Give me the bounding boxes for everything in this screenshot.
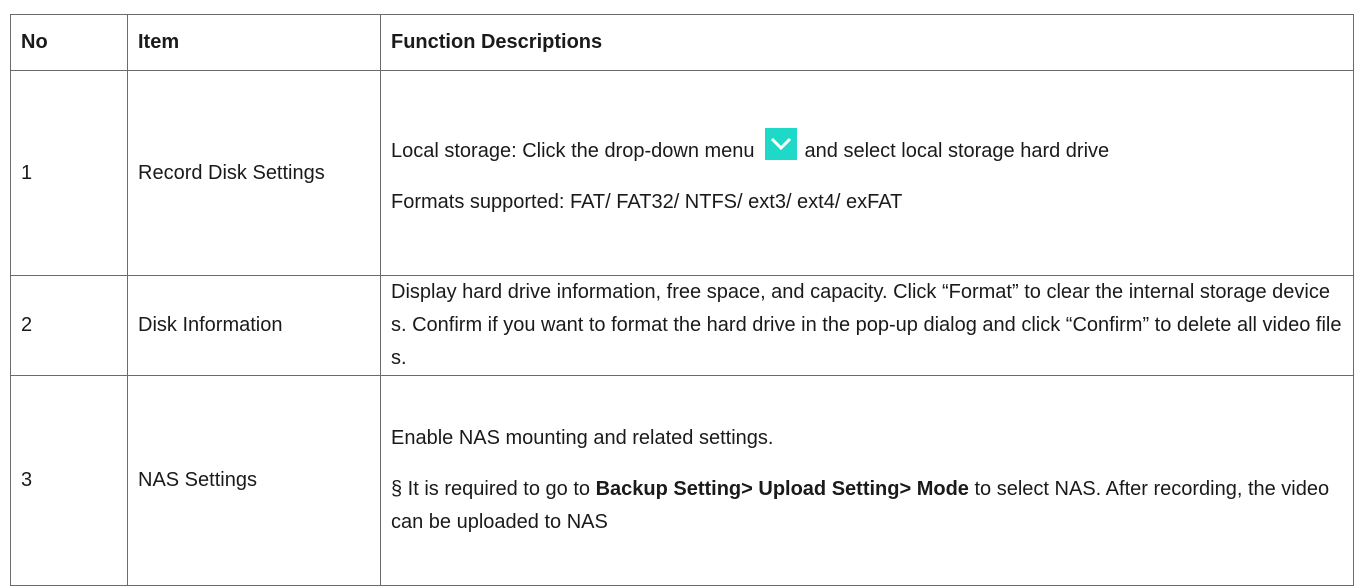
description-paragraph: Display hard drive information, free spa…: [391, 281, 1342, 369]
description-text: and select local storage hard drive: [804, 139, 1110, 162]
table-row: 3 NAS Settings Enable NAS mounting and r…: [10, 375, 1354, 586]
chevron-down-icon: [764, 127, 797, 160]
description-text: § It is required to go to: [391, 478, 596, 500]
description-text: Local storage: Click the drop-down menu: [391, 139, 755, 162]
row-description: Display hard drive information, free spa…: [380, 275, 1354, 376]
table-row: 2 Disk Information Display hard drive in…: [10, 275, 1354, 376]
description-paragraph: Local storage: Click the drop-down menu a…: [391, 127, 1343, 168]
header-no: No: [10, 14, 128, 71]
table-row: 1 Record Disk Settings Local storage: Cl…: [10, 70, 1354, 276]
row-number: 2: [10, 275, 128, 376]
header-function-descriptions: Function Descriptions: [380, 14, 1354, 71]
row-item: Record Disk Settings: [127, 70, 381, 276]
menu-path-text: Backup Setting> Upload Setting> Mode: [595, 478, 969, 500]
row-item: Disk Information: [127, 275, 381, 376]
header-item: Item: [127, 14, 381, 71]
description-paragraph: Formats supported: FAT/ FAT32/ NTFS/ ext…: [391, 190, 903, 213]
description-paragraph: Enable NAS mounting and related settings…: [391, 427, 774, 449]
table-header-row: No Item Function Descriptions: [10, 14, 1354, 71]
function-table: No Item Function Descriptions 1 Record D…: [10, 14, 1354, 586]
row-description: Enable NAS mounting and related settings…: [380, 375, 1354, 586]
row-description: Local storage: Click the drop-down menu a…: [380, 70, 1354, 276]
row-item: NAS Settings: [127, 375, 381, 586]
row-number: 3: [10, 375, 128, 586]
description-paragraph: § It is required to go to Backup Setting…: [391, 473, 1343, 539]
row-number: 1: [10, 70, 128, 276]
